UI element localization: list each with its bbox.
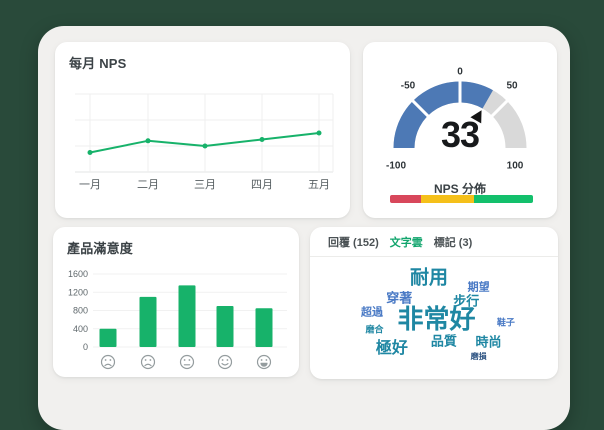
wordcloud-tab[interactable]: 文字雲: [390, 234, 423, 250]
replies-tab[interactable]: 回覆 (152): [328, 234, 379, 250]
neutral-face-icon: [179, 354, 195, 370]
wordcloud-word: 磨合: [365, 324, 384, 335]
x-axis-label: 二月: [137, 179, 159, 191]
monthly-nps-card: 每月 NPS 一月 二月 三月 四月 五月: [55, 42, 350, 218]
wordcloud-word: 極好: [375, 339, 408, 357]
wordcloud-word: 鞋子: [496, 317, 515, 328]
satisfaction-chart: 1600 1200 800 400 0: [68, 269, 287, 370]
nps-gauge-card: 0 -50 50 -100 100 33 NPS 分佈: [363, 42, 557, 218]
gauge-tick-min: -100: [385, 160, 407, 172]
data-point-marker: [316, 130, 322, 136]
dashboard-page: { "theme": { "page_bg": "#294a3a", "pane…: [0, 0, 604, 430]
passives-segment: [421, 195, 475, 203]
gauge-tick-neg50: -50: [400, 80, 416, 92]
data-point-marker: [145, 138, 151, 144]
monthly-nps-xlabels: 一月 二月 三月 四月 五月: [55, 176, 350, 192]
wordcloud-word: 穿著: [386, 290, 413, 306]
wordcloud-word: 時尚: [475, 334, 502, 350]
tags-tab[interactable]: 標記 (3): [434, 234, 473, 250]
satisfaction-bar: [178, 285, 196, 347]
x-axis-label: 四月: [251, 179, 273, 191]
gauge-tick-max: 100: [506, 160, 524, 172]
promoters-segment: [474, 195, 533, 203]
gauge-value: 33: [440, 114, 480, 155]
satisfaction-bar: [216, 305, 234, 347]
wordcloud-tabs: 回覆 (152) 文字雲 標記 (3): [310, 227, 558, 257]
data-point-marker: [87, 150, 93, 155]
wordcloud-word: 超過: [361, 306, 383, 319]
wordcloud-word: 品質: [430, 333, 457, 349]
satisfaction-title: 產品滿意度: [67, 241, 134, 256]
satisfaction-bar: [99, 328, 117, 347]
wordcloud-word: 耐用: [410, 267, 449, 289]
wordcloud-card: 回覆 (152) 文字雲 標記 (3) 耐用 期望 穿著 步行 超過 非常好 鞋子 磨合 品質 時尚極…: [310, 227, 558, 379]
y-axis-label: 1200: [68, 287, 88, 297]
wordcloud-word: 非常好: [397, 304, 476, 335]
satisfaction-bar: [255, 308, 273, 347]
data-point-marker: [202, 143, 208, 149]
smile-face-icon: [217, 354, 233, 370]
frown-face-icon: [100, 354, 116, 370]
monthly-nps-title: 每月 NPS: [69, 56, 127, 71]
data-point-marker: [259, 137, 265, 142]
gauge-tick-0: 0: [457, 66, 463, 78]
nps-distribution-bar: [390, 195, 533, 203]
dashboard-panel: 每月 NPS 一月 二月 三月 四月 五月 0 -50 50 -100 100 33 N…: [38, 26, 570, 430]
y-axis-label: 800: [73, 306, 88, 316]
detractors-segment: [390, 195, 422, 203]
x-axis-label: 三月: [194, 179, 216, 191]
wordcloud-area: 耐用 期望 穿著 步行 超過 非常好 鞋子 磨合 品質 時尚 極好 磨損: [310, 257, 558, 379]
laugh-face-icon: [256, 354, 272, 370]
gauge-tick-pos50: 50: [506, 80, 518, 92]
wordcloud-word: 磨損: [470, 352, 487, 362]
satisfaction-bar: [139, 296, 157, 347]
y-axis-label: 1600: [68, 269, 88, 279]
x-axis-label: 一月: [79, 179, 101, 191]
y-axis-label: 400: [73, 324, 88, 334]
satisfaction-card: 產品滿意度 1600 1200 800 400 0: [53, 227, 299, 377]
frown-face-icon: [140, 354, 156, 370]
wordcloud-word: 期望: [467, 281, 490, 293]
y-axis-label: 0: [83, 342, 88, 352]
x-axis-label: 五月: [308, 179, 330, 191]
